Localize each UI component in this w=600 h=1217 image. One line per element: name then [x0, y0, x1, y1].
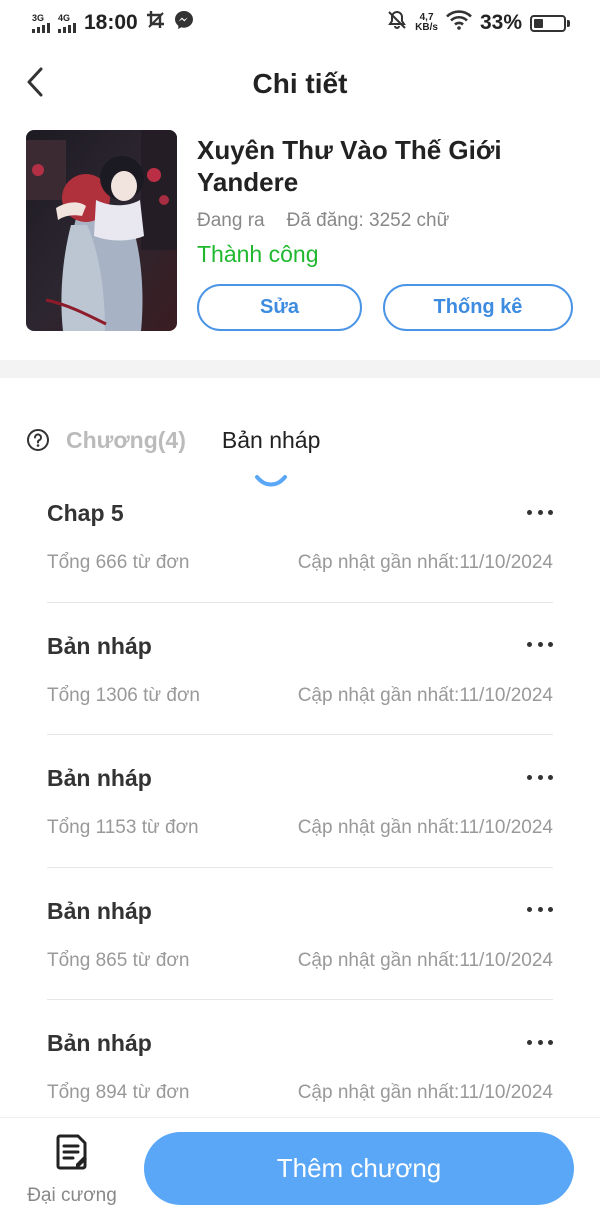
more-horizontal-icon[interactable] [527, 1030, 553, 1054]
network-label-1: 3G [32, 12, 45, 23]
statistics-button[interactable]: Thống kê [383, 284, 573, 331]
list-item[interactable]: Bản nháp Tổng 865 từ đơn Cập nhật gần nh… [47, 868, 553, 1000]
book-title: Xuyên Thư Vào Thế Giới Yandere [197, 135, 502, 197]
draft-word-count: Tổng 894 từ đơn [47, 1082, 190, 1103]
draft-title: Bản nháp [47, 632, 152, 659]
add-chapter-button[interactable]: Thêm chương [144, 1132, 574, 1205]
tab-bar: Chương(4) Bản nháp [26, 410, 356, 486]
published-word-count: Đã đăng: 3252 chữ [286, 210, 450, 231]
tab-chapters[interactable]: Chương(4) [66, 427, 186, 454]
battery-percent: 33% [479, 11, 522, 34]
list-item[interactable]: Bản nháp Tổng 1153 từ đơn Cập nhật gần n… [47, 735, 553, 868]
list-item[interactable]: Bản nháp Tổng 1306 từ đơn Cập nhật gần n… [47, 603, 553, 735]
outline-button[interactable]: Đại cương [20, 1134, 124, 1208]
question-circle-icon[interactable] [26, 428, 50, 452]
screenshot-crop-icon [146, 10, 166, 36]
section-divider [0, 360, 600, 378]
status-bar: 3G 4G 18:00 4,7 KB/s 33% [0, 0, 600, 46]
network-speed: 4,7 KB/s [415, 13, 438, 33]
draft-title: Bản nháp [47, 1030, 152, 1056]
tab-drafts-label: Bản nháp [221, 426, 321, 453]
draft-word-count: Tổng 865 từ đơn [47, 949, 190, 971]
draft-word-count: Tổng 1153 từ đơn [47, 817, 199, 838]
draft-title: Bản nháp [47, 765, 152, 791]
draft-title: Bản nháp [47, 897, 152, 924]
back-button[interactable] [26, 66, 50, 102]
book-cover-image[interactable] [26, 130, 177, 331]
top-app-bar: Chi tiết [0, 48, 600, 120]
chevron-left-icon [26, 67, 44, 102]
draft-updated-date: Cập nhật gần nhất:11/10/2024 [297, 1082, 553, 1103]
wifi-icon [446, 10, 472, 36]
signal-4g-icon: 4G [58, 12, 76, 33]
draft-updated-date: Cập nhật gần nhất:11/10/2024 [297, 949, 553, 971]
draft-word-count: Tổng 1306 từ đơn [47, 684, 201, 706]
messenger-icon [174, 10, 194, 36]
clock: 18:00 [84, 11, 138, 34]
more-horizontal-icon[interactable] [527, 898, 553, 922]
speed-unit: KB/s [415, 22, 438, 33]
more-horizontal-icon[interactable] [527, 765, 553, 789]
more-horizontal-icon[interactable] [527, 633, 553, 657]
bottom-action-bar: Đại cương Thêm chương [0, 1117, 600, 1217]
signal-3g-icon: 3G [32, 12, 50, 33]
publish-state: Đang ra [197, 210, 265, 231]
draft-updated-date: Cập nhật gần nhất:11/10/2024 [297, 817, 553, 838]
draft-list: Chap 5 Tổng 666 từ đơn Cập nhật gần nhất… [47, 470, 553, 1133]
book-info-card: Xuyên Thư Vào Thế Giới Yandere Đang ra Đ… [26, 130, 574, 340]
review-status: Thành công [197, 241, 319, 267]
list-item[interactable]: Bản nháp Tổng 894 từ đơn Cập nhật gần nh… [47, 1000, 553, 1133]
list-item[interactable]: Chap 5 Tổng 666 từ đơn Cập nhật gần nhất… [47, 470, 553, 603]
page-title: Chi tiết [252, 68, 348, 99]
document-icon [56, 1134, 88, 1175]
more-horizontal-icon[interactable] [527, 500, 553, 524]
network-label-2: 4G [58, 12, 71, 23]
book-meta: Đang ra Đã đăng: 3252 chữ [197, 210, 449, 232]
draft-updated-date: Cập nhật gần nhất:11/10/2024 [297, 684, 553, 706]
bell-muted-icon [387, 10, 407, 36]
draft-title: Chap 5 [47, 500, 124, 526]
tab-drafts[interactable]: Bản nháp [221, 426, 321, 486]
outline-label: Đại cương [27, 1185, 117, 1206]
draft-updated-date: Cập nhật gần nhất:11/10/2024 [297, 552, 553, 573]
battery-icon [530, 14, 570, 32]
draft-word-count: Tổng 666 từ đơn [47, 552, 190, 573]
edit-button[interactable]: Sửa [197, 284, 362, 331]
